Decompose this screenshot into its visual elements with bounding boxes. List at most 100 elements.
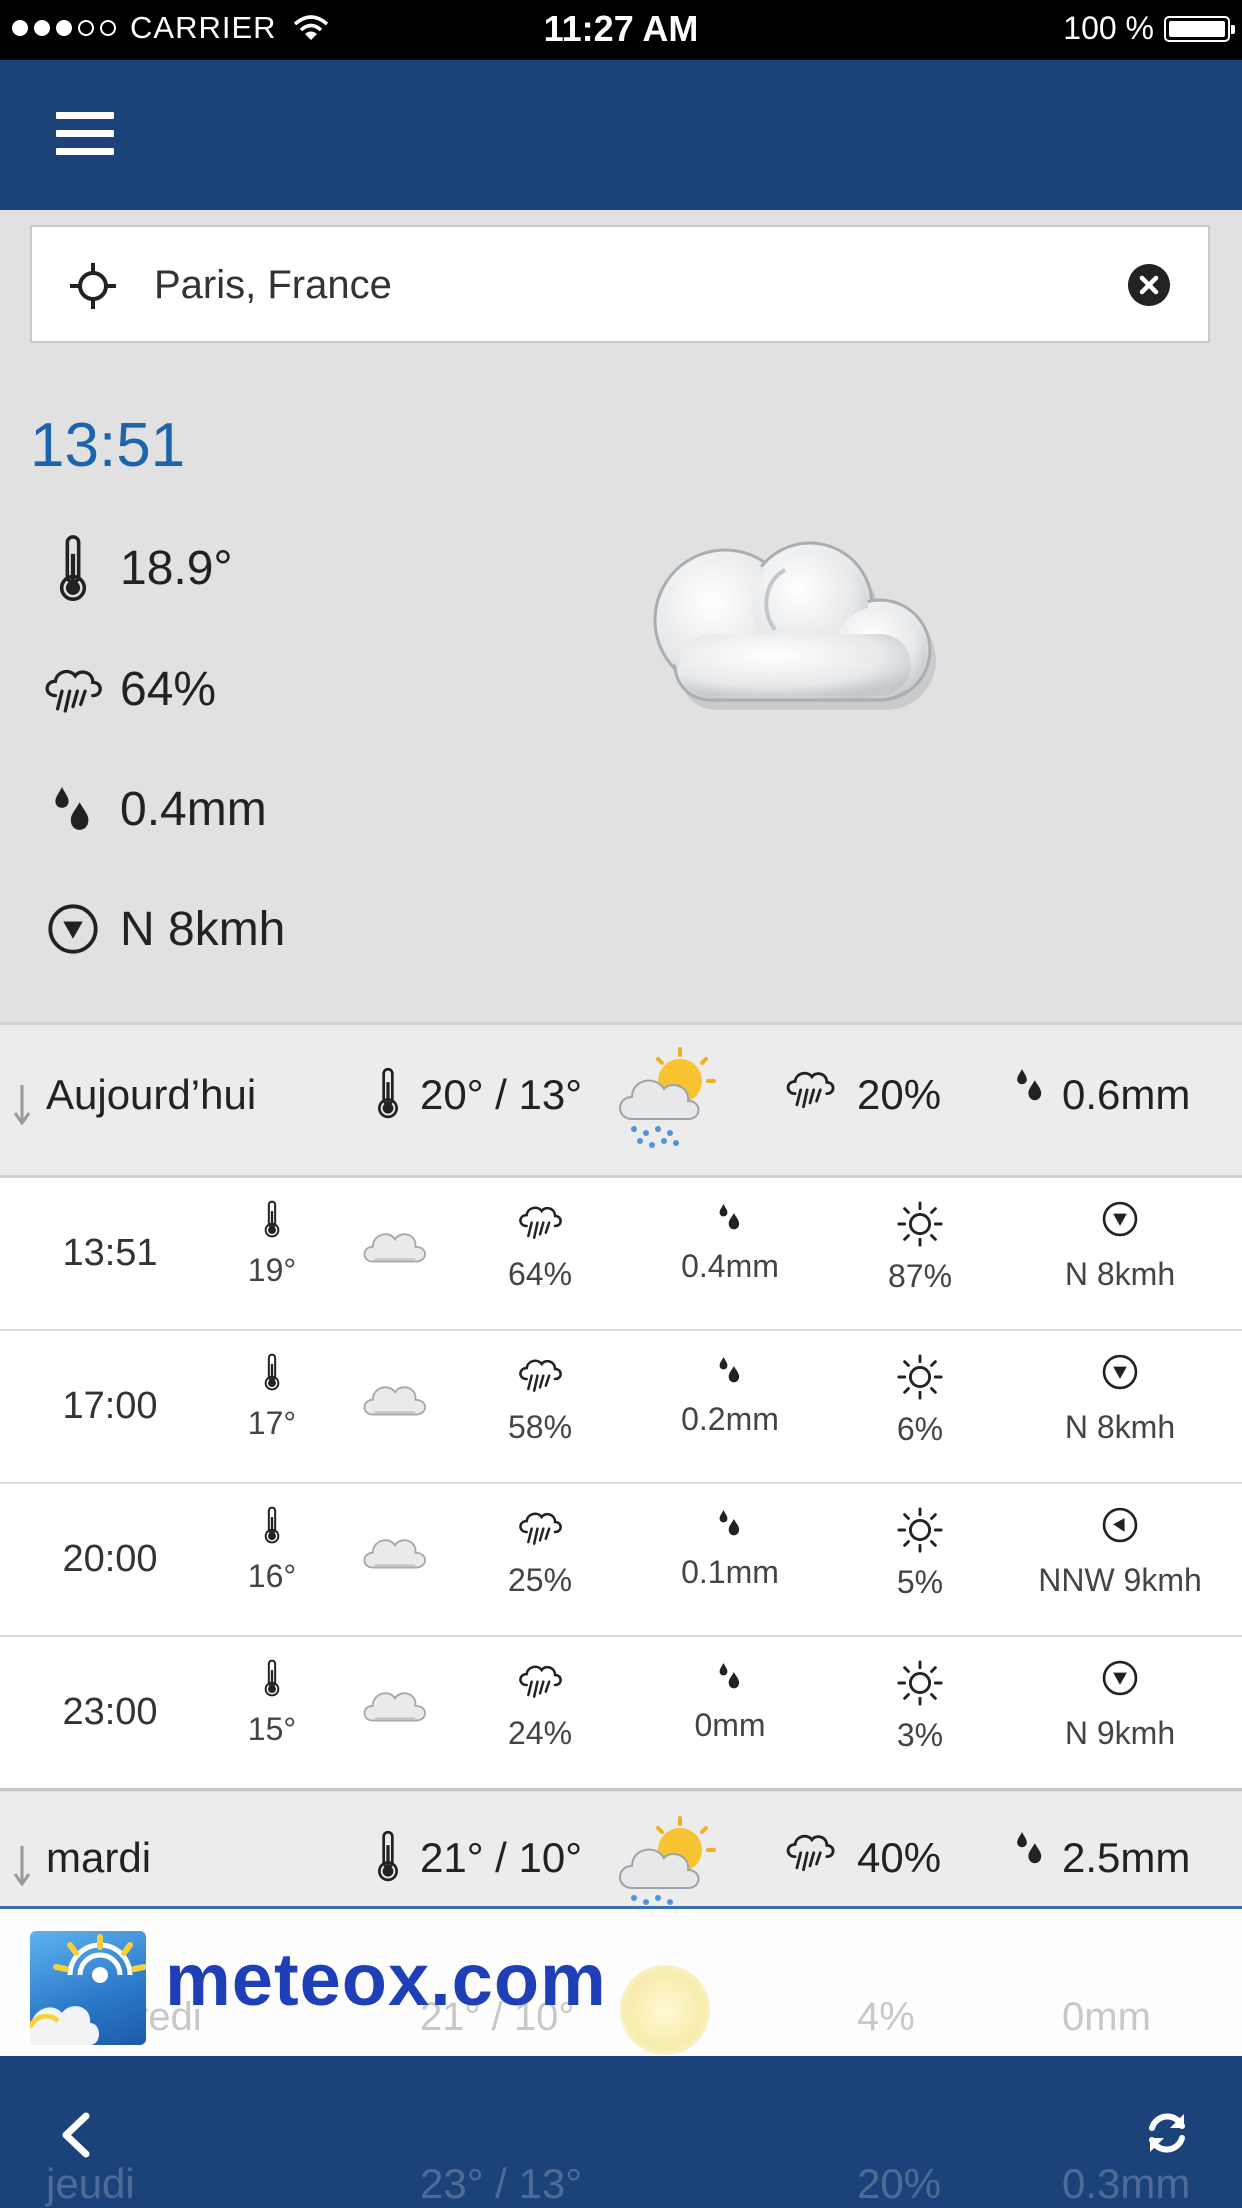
hour-row: 20:00 16° 25% 0.1mm 5% NNW 9kmh (0, 1484, 1242, 1637)
raindrops-icon (717, 1200, 743, 1234)
rain-cloud-icon (515, 1200, 565, 1242)
refresh-icon[interactable] (1144, 2110, 1190, 2156)
bottom-toolbar: jeudi 23° / 13° 20% 0.3mm (0, 2056, 1242, 2208)
day-precipitation: 0.6mm (1062, 1071, 1191, 1118)
current-rain-row: 64% (38, 654, 216, 724)
day-temps: 20° / 13° (420, 1071, 583, 1118)
ad-brand-text: meteox.com (165, 1938, 607, 2021)
hour-precip: 0mm (694, 1707, 766, 1743)
current-temperature-row: 18.9° (38, 533, 233, 603)
menu-icon[interactable] (56, 112, 114, 156)
thermometer-icon (375, 1067, 401, 1119)
sun-cloud-rain-icon (610, 1045, 720, 1155)
ad-banner[interactable]: mercredi 21° / 10° 4% 0mm meteox.com (0, 1906, 1242, 2056)
hour-uv: 87% (887, 1258, 953, 1294)
status-bar: CARRIER 11:27 AM 100 % (0, 0, 1242, 60)
battery-icon (1164, 15, 1235, 42)
back-icon[interactable] (56, 2112, 96, 2158)
battery-percentage: 100 % (1063, 10, 1154, 46)
current-temperature: 18.9° (120, 541, 233, 595)
day-precip-ghost: 0mm (1062, 1995, 1151, 2039)
raindrops-icon (1014, 1828, 1046, 1868)
sun-icon (896, 1506, 944, 1554)
current-rain-chance: 64% (120, 662, 217, 716)
day-row-today[interactable]: Aujourd’hui 20° / 13° 20% 0.6mm (0, 1022, 1242, 1178)
hour-precip: 0.1mm (681, 1554, 779, 1590)
hour-temp: 15° (247, 1711, 297, 1747)
location-input[interactable] (152, 249, 1076, 321)
sun-icon (896, 1200, 944, 1248)
app-header (0, 60, 1242, 210)
current-wind: N 8kmh (120, 902, 286, 956)
day-rain-ghost: 4% (857, 1995, 915, 2039)
hour-rain: 24% (507, 1715, 573, 1751)
thermometer-icon (56, 534, 90, 602)
hour-rain: 25% (507, 1562, 573, 1598)
rain-cloud-icon (40, 662, 106, 716)
hour-temp: 17° (247, 1405, 297, 1441)
day-temps: 21° / 10° (420, 1834, 583, 1881)
sun-icon (896, 1659, 944, 1707)
wind-direction-icon (1101, 1353, 1139, 1391)
cloud-icon (358, 1526, 432, 1574)
sun-icon (896, 1353, 944, 1401)
hour-rain: 64% (507, 1256, 573, 1292)
hour-temp: 16° (247, 1558, 297, 1594)
wind-direction-icon (1101, 1200, 1139, 1238)
hour-temp: 19° (247, 1252, 297, 1288)
cloud-icon (358, 1220, 432, 1268)
day-rain-ghost: 20% (857, 2160, 942, 2207)
hour-rain: 58% (507, 1409, 573, 1445)
raindrops-icon (717, 1659, 743, 1693)
thermometer-icon (262, 1659, 282, 1697)
cloud-icon (358, 1679, 432, 1727)
rain-cloud-icon (782, 1065, 838, 1111)
day-temps-ghost: 23° / 13° (420, 2160, 583, 2207)
clear-icon[interactable] (1128, 264, 1170, 306)
current-precipitation: 0.4mm (120, 782, 267, 836)
rain-cloud-icon (782, 1828, 838, 1874)
meteox-logo (30, 1931, 146, 2045)
status-time: 11:27 AM (543, 8, 699, 49)
day-rain-chance: 40% (857, 1834, 942, 1881)
day-name: Aujourd’hui (46, 1071, 257, 1118)
arrow-down-icon (13, 1846, 31, 1886)
hour-uv: 5% (896, 1564, 944, 1600)
arrow-down-icon (13, 1085, 31, 1125)
current-wind-row: N 8kmh (38, 894, 285, 964)
hour-row: 17:00 17° 58% 0.2mm 6% N 8kmh (0, 1331, 1242, 1484)
hour-wind: N 9kmh (1064, 1715, 1176, 1751)
rain-cloud-icon (515, 1659, 565, 1701)
thermometer-icon (262, 1200, 282, 1238)
wind-direction-icon (1101, 1506, 1139, 1544)
hour-time: 13:51 (62, 1232, 158, 1274)
cloud-icon (653, 541, 936, 710)
day-name: mardi (46, 1834, 152, 1881)
hour-precip: 0.4mm (681, 1248, 779, 1284)
hour-wind: NNW 9kmh (1038, 1562, 1202, 1598)
cloud-icon (358, 1373, 432, 1421)
hour-wind: N 8kmh (1064, 1256, 1176, 1292)
location-search-box (30, 225, 1210, 343)
raindrops-icon (1014, 1065, 1046, 1105)
wind-direction-icon (1101, 1659, 1139, 1697)
day-row-tuesday[interactable]: mardi 21° / 10° 40% 2.5mm (0, 1792, 1242, 1908)
raindrops-icon (51, 782, 95, 836)
current-precip-row: 0.4mm (38, 774, 267, 844)
hour-uv: 6% (896, 1411, 944, 1447)
hour-uv: 3% (896, 1717, 944, 1753)
rain-cloud-icon (515, 1353, 565, 1395)
wind-direction-icon (46, 902, 100, 956)
thermometer-icon (262, 1353, 282, 1391)
thermometer-icon (262, 1506, 282, 1544)
day-name-ghost: jeudi (46, 2160, 135, 2207)
current-time: 13:51 (30, 411, 186, 480)
hour-time: 17:00 (62, 1385, 158, 1427)
hour-time: 20:00 (62, 1538, 158, 1580)
locate-icon[interactable] (68, 261, 118, 311)
hour-wind: N 8kmh (1064, 1409, 1176, 1445)
day-precip-ghost: 0.3mm (1062, 2160, 1191, 2207)
thermometer-icon (375, 1830, 401, 1882)
raindrops-icon (717, 1353, 743, 1387)
day-rain-chance: 20% (857, 1071, 942, 1118)
